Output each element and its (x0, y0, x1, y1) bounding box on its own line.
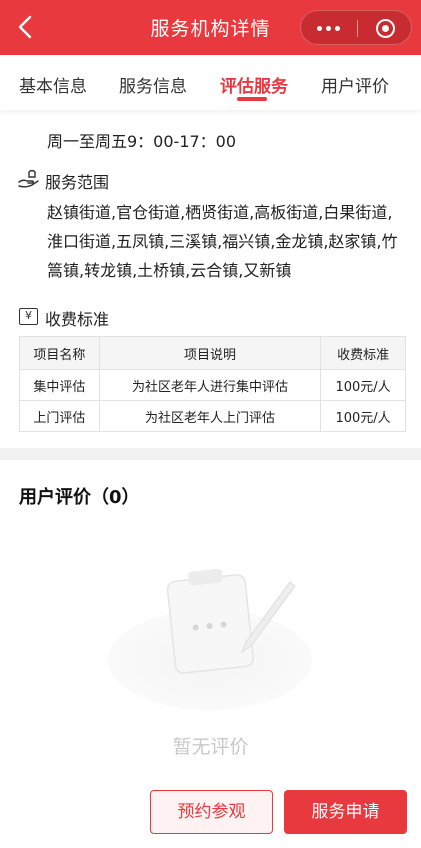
service-scope-text: 赵镇街道,官仓街道,栖贤街道,高板街道,白果街道,淮口街道,五凤镇,三溪镇,福兴… (47, 203, 398, 280)
fee-item-desc: 为社区老年人进行集中评估 (98, 369, 322, 401)
empty-reviews-text: 暂无评价 (172, 736, 249, 758)
fee-item-price: 100元/人 (320, 400, 406, 432)
active-tab-indicator (237, 97, 267, 101)
tab-assessment-service[interactable]: 评估服务 (220, 72, 288, 97)
fee-item-price: 100元/人 (320, 369, 406, 401)
service-scope-title: 服务范围 (45, 173, 110, 192)
mini-program-capsule (300, 10, 412, 45)
fee-item-desc: 为社区老年人上门评估 (98, 400, 322, 432)
column-header: 项目名称 (19, 336, 100, 370)
fee-table-header: 项目名称 项目说明 收费标准 (19, 336, 406, 370)
tab-basic-info[interactable]: 基本信息 (19, 72, 87, 97)
fee-item-name: 上门评估 (19, 400, 100, 432)
tab-service-info[interactable]: 服务信息 (119, 72, 187, 97)
tab-user-reviews[interactable]: 用户评价 (321, 72, 389, 97)
table-row: 集中评估 为社区老年人进行集中评估 100元/人 (19, 369, 406, 401)
fee-item-name: 集中评估 (19, 369, 100, 401)
column-header: 收费标准 (320, 336, 406, 370)
service-apply-button[interactable]: 服务申请 (284, 790, 407, 834)
more-button[interactable] (301, 11, 357, 46)
top-bar: 服务机构详情 (0, 0, 421, 55)
close-button[interactable] (358, 11, 413, 46)
more-dots-icon (317, 26, 322, 31)
empty-clipboard-icon (108, 568, 312, 710)
table-row: 上门评估 为社区老年人上门评估 100元/人 (19, 400, 406, 432)
column-header: 项目说明 (98, 336, 322, 370)
book-visit-button[interactable]: 预约参观 (150, 790, 273, 834)
fee-standard-title: 收费标准 (45, 310, 110, 329)
hand-service-icon (18, 169, 39, 188)
fee-table: 项目名称 项目说明 收费标准 集中评估 为社区老年人进行集中评估 100元/人 … (19, 336, 406, 432)
service-hours: 周一至周五9：00-17：00 (47, 132, 237, 151)
tab-bar: 基本信息 服务信息 评估服务 用户评价 (0, 55, 421, 110)
yen-icon: ¥ (19, 308, 38, 325)
back-button[interactable] (10, 9, 40, 45)
chevron-left-icon (18, 15, 32, 39)
reviews-title: 用户评价（0） (19, 487, 140, 508)
